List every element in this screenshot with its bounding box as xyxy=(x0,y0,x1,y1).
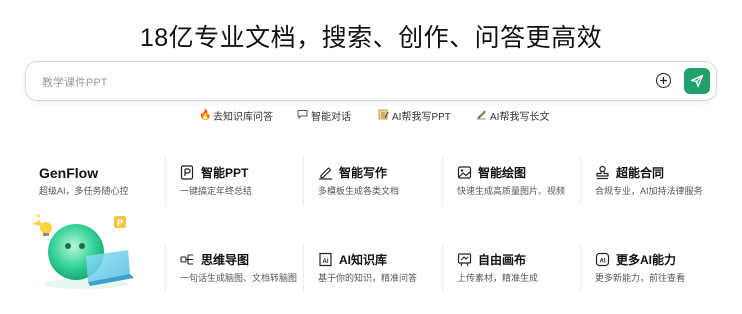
tool-card-free-canvas[interactable]: 自由画布 上传素材，精准生成 xyxy=(442,243,580,293)
more-ai-icon: AI xyxy=(595,252,610,267)
search-box xyxy=(25,61,717,101)
tool-card-desc: 基于你的知识，精准问答 xyxy=(318,273,418,283)
tool-card-smart-drawing[interactable]: 智能绘图 快速生成高质量图片、视频 xyxy=(442,156,580,206)
tool-card-title: AI知识库 xyxy=(339,253,388,267)
tool-card-title: 自由画布 xyxy=(478,253,527,267)
tool-card-title: 更多AI能力 xyxy=(616,253,677,267)
plus-icon xyxy=(660,77,667,84)
tool-card-desc: 多模板生成各类文档 xyxy=(318,186,400,196)
tool-card-desc: 合规专业，AI加持法律服务 xyxy=(595,186,703,196)
tool-card-title: 智能写作 xyxy=(339,166,388,180)
chat-bubble-icon xyxy=(297,109,308,122)
tool-card-title: 超能合同 xyxy=(616,166,665,180)
pen-write-icon xyxy=(319,167,332,180)
tool-card-ai-knowledge[interactable]: AI AI知识库 基于你的知识，精准问答 xyxy=(303,243,441,293)
quick-links: 🔥 去知识库问答 智能对话 AI帮我写PPT AI帮我写长文 xyxy=(0,108,742,124)
tool-card-title: 智能PPT xyxy=(201,166,249,180)
quick-link-label: 智能对话 xyxy=(311,112,351,123)
image-icon xyxy=(457,166,472,179)
send-button[interactable] xyxy=(684,68,710,94)
tool-card-title: 思维导图 xyxy=(201,253,250,267)
tool-card-mind-map[interactable]: 思维导图 一句话生成脑图、文档转脑图 xyxy=(165,243,303,293)
quick-link-ai-longform[interactable]: AI帮我写长文 xyxy=(476,108,549,123)
genflow-title: GenFlow xyxy=(39,165,99,181)
ai-knowledge-icon: AI xyxy=(319,252,332,267)
tool-card-title: 智能绘图 xyxy=(478,166,527,180)
canvas-icon xyxy=(457,253,472,267)
tool-card-smart-writing[interactable]: 智能写作 多模板生成各类文档 xyxy=(303,156,441,206)
quick-link-chat[interactable]: 智能对话 xyxy=(297,108,351,123)
genflow-mascot-illustration: P xyxy=(32,214,134,289)
fire-icon: 🔥 xyxy=(199,109,212,121)
tool-card-desc: 一键搞定年终总结 xyxy=(180,186,253,196)
svg-text:P: P xyxy=(117,218,123,228)
tool-card-desc: 更多新能力，前往查看 xyxy=(595,273,686,283)
quick-link-label: 去知识库问答 xyxy=(213,112,273,123)
quick-link-ai-ppt[interactable]: AI帮我写PPT xyxy=(378,108,451,123)
tool-card-desc: 一句话生成脑图、文档转脑图 xyxy=(180,273,298,283)
memo-icon xyxy=(378,109,389,123)
add-attachment-button[interactable] xyxy=(656,73,671,88)
tool-card-more-ai[interactable]: AI 更多AI能力 更多新能力，前往查看 xyxy=(580,243,718,293)
tool-card-super-contract[interactable]: 超能合同 合规专业，AI加持法律服务 xyxy=(580,156,718,206)
pen-paper-icon xyxy=(476,109,487,123)
ppt-icon xyxy=(180,165,194,180)
tool-card-desc: 上传素材，精准生成 xyxy=(457,273,539,283)
tool-card-desc: 快速生成高质量图片、视频 xyxy=(457,186,566,196)
genflow-subtitle: 超级AI，多任务随心控 xyxy=(39,186,129,196)
send-icon xyxy=(690,74,704,88)
search-input[interactable] xyxy=(40,72,604,94)
quick-link-label: AI帮我写长文 xyxy=(490,112,550,123)
stamp-icon xyxy=(596,165,609,180)
svg-text:AI: AI xyxy=(600,259,606,265)
page-title: 18亿专业文档，搜索、创作、问答更高效 xyxy=(139,24,603,52)
svg-text:AI: AI xyxy=(323,259,329,265)
quick-link-label: AI帮我写PPT xyxy=(392,112,451,123)
mindmap-icon xyxy=(180,254,193,265)
tool-card-smart-ppt[interactable]: 智能PPT 一键搞定年终总结 xyxy=(165,156,303,206)
quick-link-knowledge-qa[interactable]: 🔥 去知识库问答 xyxy=(199,108,273,123)
